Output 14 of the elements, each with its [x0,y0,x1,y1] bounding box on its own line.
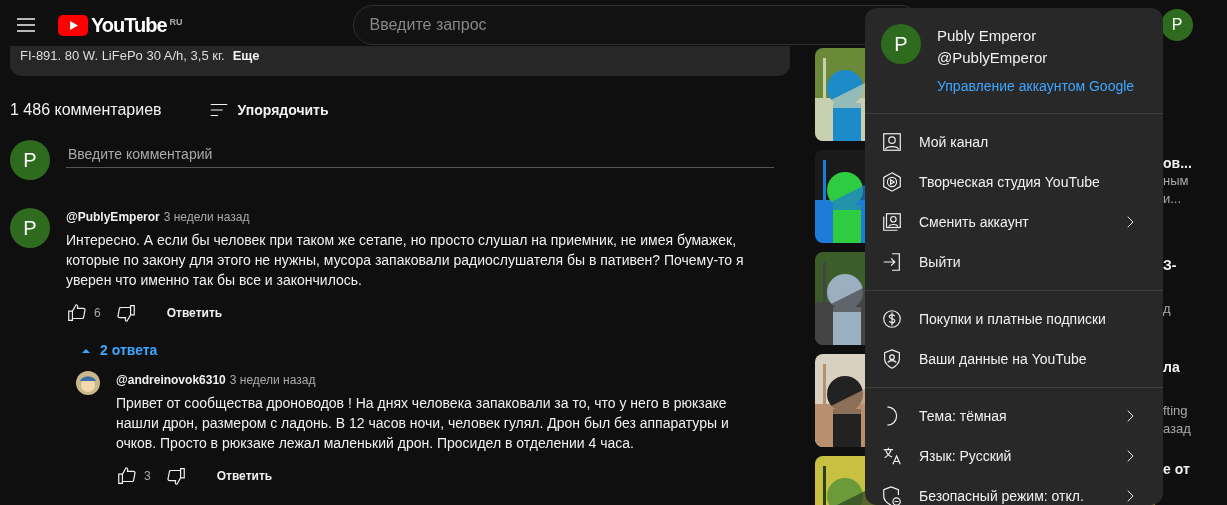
video-meta: азад [1163,420,1191,438]
comment-text: Интересно. А если бы человек при таком же сетапе, но просто слушал на приемник, не имея бумажек, которые по закону для этого не нужны, мусора запаковали радиослушателя бы в пативен? Почему-то я уверен что именно так бы все и закончилось. [66,231,745,290]
video-meta: д [1163,300,1172,318]
video-meta: и... [1163,190,1183,208]
comment-count: 1 486 комментариев [10,100,162,120]
region-label: RU [169,16,183,29]
account-handle: @PublyEmperor [937,48,1049,68]
like-count: 6 [94,305,101,322]
description-text: FI-891. 80 W. LiFePo 30 A/h, 3,5 кг. [20,47,225,65]
account-name: Publy Emperor [937,26,1038,46]
video-meta: fting [1163,402,1189,420]
like-count: 3 [144,468,151,485]
video-meta: ным [1163,172,1190,190]
comment-text: Привет от сообщества дроноводов ! На днях человека запаковали за то, что у него в рюкзаке нашли дрон, размером с ладонь. В 12 часов ночи, человек гулял. Дрон был без аппаратуры и очков. Просто в рюкзаке лежал маленький дрон. Просидел в отделении 4 часа. [116,394,730,453]
